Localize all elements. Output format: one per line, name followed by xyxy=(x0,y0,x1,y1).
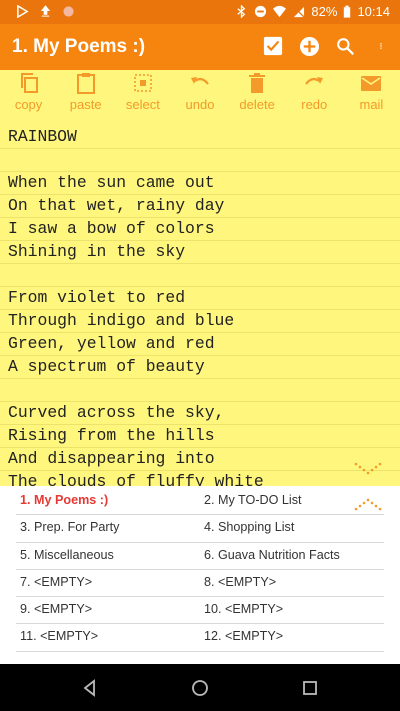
add-icon[interactable] xyxy=(298,35,320,57)
delete-icon xyxy=(249,73,266,93)
scroll-down-icon[interactable] xyxy=(354,462,382,476)
clock: 10:14 xyxy=(357,4,390,19)
copy-label: copy xyxy=(14,97,43,112)
note-list-item[interactable]: 6. Guava Nutrition Facts xyxy=(200,543,384,570)
notes-grid: 1. My Poems :) 2. My TO-DO List 3. Prep. F… xyxy=(16,488,384,652)
system-nav-bar xyxy=(0,664,400,711)
scroll-up-icon[interactable] xyxy=(354,497,382,511)
delete-label: delete xyxy=(239,97,275,112)
copy-icon xyxy=(20,73,38,93)
mail-icon xyxy=(361,76,382,91)
record-dot-icon xyxy=(63,6,74,17)
more-icon[interactable] xyxy=(370,35,392,57)
paste-icon xyxy=(76,73,95,94)
search-icon[interactable] xyxy=(334,35,356,57)
undo-icon xyxy=(190,77,209,85)
battery-icon xyxy=(344,5,351,18)
wifi-icon xyxy=(273,5,287,18)
bluetooth-icon xyxy=(237,5,246,18)
redo-label: redo xyxy=(301,97,328,112)
delete-button[interactable]: delete xyxy=(229,70,286,120)
note-list-item[interactable]: 3. Prep. For Party xyxy=(16,515,200,543)
edit-toolbar: copy paste select undo delete redo mail xyxy=(0,70,400,120)
battery-percent: 82% xyxy=(311,4,338,19)
note-list-item[interactable]: 8. <EMPTY> xyxy=(200,570,384,598)
note-text[interactable]: RAINBOW When the sun came out On that we… xyxy=(0,120,400,486)
page-title: 1. My Poems :) xyxy=(12,36,146,57)
notes-list-panel: 1. My Poems :) 2. My TO-DO List 3. Prep. F… xyxy=(0,486,400,664)
note-list-item[interactable]: 4. Shopping List xyxy=(200,515,384,543)
check-icon[interactable] xyxy=(262,35,284,57)
back-icon[interactable] xyxy=(80,678,100,698)
note-list-item[interactable]: 10. <EMPTY> xyxy=(200,597,384,625)
note-list-item[interactable]: 12. <EMPTY> xyxy=(200,624,384,652)
undo-label: undo xyxy=(185,97,215,112)
paste-button[interactable]: paste xyxy=(57,70,114,120)
recents-icon[interactable] xyxy=(300,678,320,698)
mail-label: mail xyxy=(359,97,384,112)
note-list-item[interactable]: 9. <EMPTY> xyxy=(16,597,200,625)
select-label: select xyxy=(125,97,160,112)
note-list-item[interactable]: 11. <EMPTY> xyxy=(16,624,200,652)
note-list-item[interactable]: 5. Miscellaneous xyxy=(16,543,200,570)
copy-button[interactable]: copy xyxy=(0,70,57,120)
no-sim-icon xyxy=(292,5,305,18)
note-editor[interactable]: RAINBOW When the sun came out On that we… xyxy=(0,120,400,486)
undo-button[interactable]: undo xyxy=(171,70,228,120)
play-store-icon xyxy=(17,5,29,18)
home-icon[interactable] xyxy=(190,678,210,698)
paste-label: paste xyxy=(69,97,102,112)
select-button[interactable]: select xyxy=(114,70,171,120)
app-bar: 1. My Poems :) xyxy=(0,24,400,70)
status-bar: 82% 10:14 xyxy=(0,0,400,24)
note-list-item[interactable]: 7. <EMPTY> xyxy=(16,570,200,598)
mail-button[interactable]: mail xyxy=(343,70,400,120)
note-list-item[interactable]: 1. My Poems :) xyxy=(16,488,200,516)
select-icon xyxy=(134,74,152,92)
redo-button[interactable]: redo xyxy=(286,70,343,120)
redo-icon xyxy=(305,77,324,85)
do-not-disturb-icon xyxy=(255,5,267,18)
upload-icon xyxy=(40,5,51,17)
